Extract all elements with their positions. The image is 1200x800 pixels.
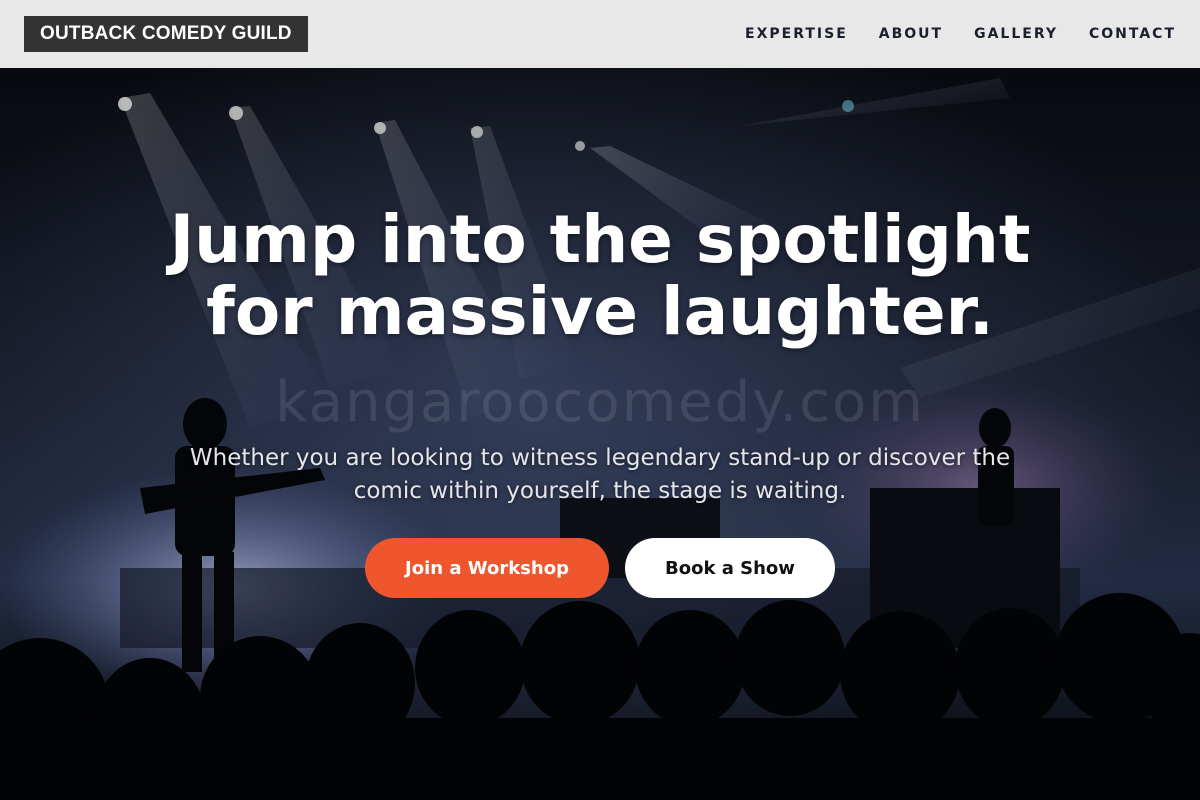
main-nav: EXPERTISE ABOUT GALLERY CONTACT	[714, 0, 1176, 68]
nav-link-about[interactable]: ABOUT	[879, 26, 943, 42]
site-header: OUTBACK COMEDY GUILD EXPERTISE ABOUT GAL…	[0, 0, 1200, 68]
nav-link-contact[interactable]: CONTACT	[1089, 26, 1176, 42]
nav-link-gallery[interactable]: GALLERY	[974, 26, 1058, 42]
hero-subtitle: Whether you are looking to witness legen…	[189, 445, 1011, 504]
book-show-button[interactable]: Book a Show	[625, 538, 835, 598]
brand-logo[interactable]: OUTBACK COMEDY GUILD	[24, 16, 308, 52]
hero-section: kangaroocomedy.com Jump into the spotlig…	[0, 68, 1200, 800]
nav-link-expertise[interactable]: EXPERTISE	[745, 26, 848, 42]
join-workshop-button[interactable]: Join a Workshop	[365, 538, 609, 598]
watermark-text: kangaroocomedy.com	[275, 370, 925, 435]
cta-group: Join a Workshop Book a Show	[0, 538, 1200, 598]
hero-headline: Jump into the spotlight for massive laug…	[169, 201, 1031, 350]
